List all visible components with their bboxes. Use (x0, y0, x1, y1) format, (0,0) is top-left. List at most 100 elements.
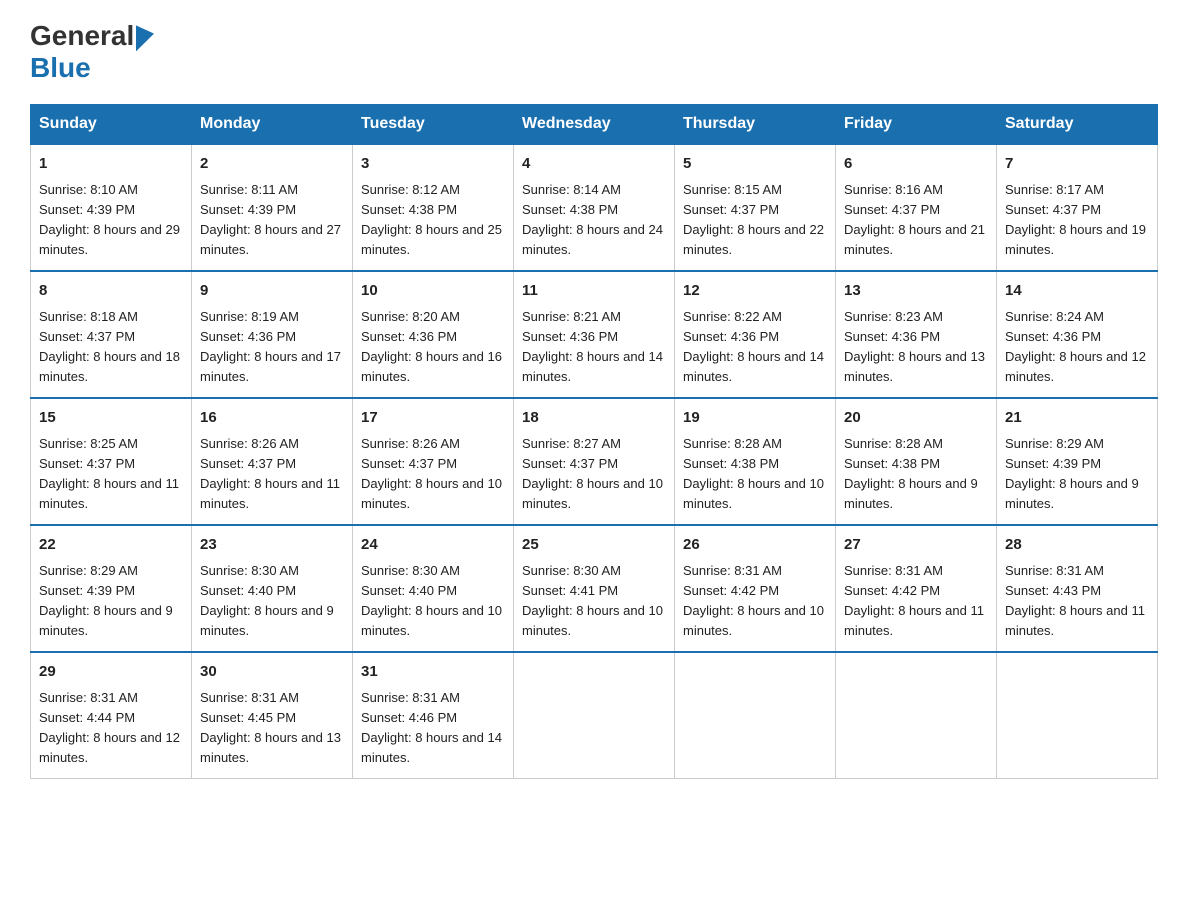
logo-arrow-icon (136, 21, 154, 52)
calendar-table: SundayMondayTuesdayWednesdayThursdayFrid… (30, 104, 1158, 779)
day-number: 5 (683, 153, 827, 176)
calendar-cell: 28 Sunrise: 8:31 AMSunset: 4:43 PMDaylig… (997, 525, 1158, 652)
calendar-week-row: 29 Sunrise: 8:31 AMSunset: 4:44 PMDaylig… (31, 652, 1158, 779)
col-header-wednesday: Wednesday (514, 105, 675, 145)
calendar-cell: 25 Sunrise: 8:30 AMSunset: 4:41 PMDaylig… (514, 525, 675, 652)
day-number: 24 (361, 534, 505, 557)
calendar-cell: 16 Sunrise: 8:26 AMSunset: 4:37 PMDaylig… (192, 398, 353, 525)
calendar-cell: 6 Sunrise: 8:16 AMSunset: 4:37 PMDayligh… (836, 144, 997, 271)
calendar-cell: 17 Sunrise: 8:26 AMSunset: 4:37 PMDaylig… (353, 398, 514, 525)
day-info: Sunrise: 8:26 AMSunset: 4:37 PMDaylight:… (200, 436, 340, 511)
logo-general-text: General (30, 20, 134, 52)
calendar-cell (514, 652, 675, 779)
calendar-cell: 2 Sunrise: 8:11 AMSunset: 4:39 PMDayligh… (192, 144, 353, 271)
day-info: Sunrise: 8:31 AMSunset: 4:45 PMDaylight:… (200, 690, 341, 765)
day-number: 19 (683, 407, 827, 430)
col-header-sunday: Sunday (31, 105, 192, 145)
day-info: Sunrise: 8:19 AMSunset: 4:36 PMDaylight:… (200, 309, 341, 384)
day-info: Sunrise: 8:24 AMSunset: 4:36 PMDaylight:… (1005, 309, 1146, 384)
day-number: 7 (1005, 153, 1149, 176)
day-number: 25 (522, 534, 666, 557)
calendar-cell (675, 652, 836, 779)
day-info: Sunrise: 8:26 AMSunset: 4:37 PMDaylight:… (361, 436, 502, 511)
day-number: 6 (844, 153, 988, 176)
day-number: 26 (683, 534, 827, 557)
day-info: Sunrise: 8:14 AMSunset: 4:38 PMDaylight:… (522, 182, 663, 257)
day-info: Sunrise: 8:31 AMSunset: 4:42 PMDaylight:… (844, 563, 984, 638)
day-info: Sunrise: 8:23 AMSunset: 4:36 PMDaylight:… (844, 309, 985, 384)
day-number: 17 (361, 407, 505, 430)
col-header-saturday: Saturday (997, 105, 1158, 145)
calendar-cell: 10 Sunrise: 8:20 AMSunset: 4:36 PMDaylig… (353, 271, 514, 398)
day-info: Sunrise: 8:10 AMSunset: 4:39 PMDaylight:… (39, 182, 180, 257)
calendar-cell: 18 Sunrise: 8:27 AMSunset: 4:37 PMDaylig… (514, 398, 675, 525)
calendar-cell: 5 Sunrise: 8:15 AMSunset: 4:37 PMDayligh… (675, 144, 836, 271)
page-header: General Blue (30, 20, 1158, 84)
day-info: Sunrise: 8:15 AMSunset: 4:37 PMDaylight:… (683, 182, 824, 257)
day-number: 11 (522, 280, 666, 303)
day-info: Sunrise: 8:11 AMSunset: 4:39 PMDaylight:… (200, 182, 341, 257)
day-info: Sunrise: 8:31 AMSunset: 4:43 PMDaylight:… (1005, 563, 1145, 638)
calendar-cell: 11 Sunrise: 8:21 AMSunset: 4:36 PMDaylig… (514, 271, 675, 398)
day-info: Sunrise: 8:28 AMSunset: 4:38 PMDaylight:… (683, 436, 824, 511)
day-info: Sunrise: 8:30 AMSunset: 4:40 PMDaylight:… (200, 563, 334, 638)
calendar-header-row: SundayMondayTuesdayWednesdayThursdayFrid… (31, 105, 1158, 145)
day-number: 1 (39, 153, 183, 176)
calendar-cell: 31 Sunrise: 8:31 AMSunset: 4:46 PMDaylig… (353, 652, 514, 779)
col-header-monday: Monday (192, 105, 353, 145)
col-header-friday: Friday (836, 105, 997, 145)
day-number: 27 (844, 534, 988, 557)
day-number: 30 (200, 661, 344, 684)
calendar-cell: 1 Sunrise: 8:10 AMSunset: 4:39 PMDayligh… (31, 144, 192, 271)
day-number: 31 (361, 661, 505, 684)
day-info: Sunrise: 8:21 AMSunset: 4:36 PMDaylight:… (522, 309, 663, 384)
calendar-cell: 22 Sunrise: 8:29 AMSunset: 4:39 PMDaylig… (31, 525, 192, 652)
day-number: 16 (200, 407, 344, 430)
day-number: 20 (844, 407, 988, 430)
calendar-cell: 7 Sunrise: 8:17 AMSunset: 4:37 PMDayligh… (997, 144, 1158, 271)
calendar-cell (836, 652, 997, 779)
day-info: Sunrise: 8:20 AMSunset: 4:36 PMDaylight:… (361, 309, 502, 384)
calendar-week-row: 8 Sunrise: 8:18 AMSunset: 4:37 PMDayligh… (31, 271, 1158, 398)
day-number: 14 (1005, 280, 1149, 303)
calendar-cell: 29 Sunrise: 8:31 AMSunset: 4:44 PMDaylig… (31, 652, 192, 779)
calendar-cell: 8 Sunrise: 8:18 AMSunset: 4:37 PMDayligh… (31, 271, 192, 398)
day-number: 18 (522, 407, 666, 430)
day-info: Sunrise: 8:31 AMSunset: 4:46 PMDaylight:… (361, 690, 502, 765)
day-number: 13 (844, 280, 988, 303)
day-info: Sunrise: 8:30 AMSunset: 4:41 PMDaylight:… (522, 563, 663, 638)
day-info: Sunrise: 8:31 AMSunset: 4:42 PMDaylight:… (683, 563, 824, 638)
day-info: Sunrise: 8:25 AMSunset: 4:37 PMDaylight:… (39, 436, 179, 511)
day-number: 29 (39, 661, 183, 684)
calendar-week-row: 1 Sunrise: 8:10 AMSunset: 4:39 PMDayligh… (31, 144, 1158, 271)
calendar-cell: 12 Sunrise: 8:22 AMSunset: 4:36 PMDaylig… (675, 271, 836, 398)
day-number: 3 (361, 153, 505, 176)
day-info: Sunrise: 8:17 AMSunset: 4:37 PMDaylight:… (1005, 182, 1146, 257)
calendar-cell: 14 Sunrise: 8:24 AMSunset: 4:36 PMDaylig… (997, 271, 1158, 398)
day-number: 2 (200, 153, 344, 176)
col-header-thursday: Thursday (675, 105, 836, 145)
day-info: Sunrise: 8:22 AMSunset: 4:36 PMDaylight:… (683, 309, 824, 384)
calendar-cell (997, 652, 1158, 779)
day-number: 15 (39, 407, 183, 430)
day-number: 10 (361, 280, 505, 303)
calendar-cell: 3 Sunrise: 8:12 AMSunset: 4:38 PMDayligh… (353, 144, 514, 271)
day-info: Sunrise: 8:18 AMSunset: 4:37 PMDaylight:… (39, 309, 180, 384)
logo: General Blue (30, 20, 154, 84)
day-info: Sunrise: 8:27 AMSunset: 4:37 PMDaylight:… (522, 436, 663, 511)
day-number: 21 (1005, 407, 1149, 430)
logo-blue-text: Blue (30, 52, 91, 84)
calendar-cell: 20 Sunrise: 8:28 AMSunset: 4:38 PMDaylig… (836, 398, 997, 525)
day-number: 22 (39, 534, 183, 557)
calendar-cell: 9 Sunrise: 8:19 AMSunset: 4:36 PMDayligh… (192, 271, 353, 398)
calendar-week-row: 15 Sunrise: 8:25 AMSunset: 4:37 PMDaylig… (31, 398, 1158, 525)
calendar-cell: 24 Sunrise: 8:30 AMSunset: 4:40 PMDaylig… (353, 525, 514, 652)
day-info: Sunrise: 8:31 AMSunset: 4:44 PMDaylight:… (39, 690, 180, 765)
calendar-cell: 30 Sunrise: 8:31 AMSunset: 4:45 PMDaylig… (192, 652, 353, 779)
day-info: Sunrise: 8:12 AMSunset: 4:38 PMDaylight:… (361, 182, 502, 257)
col-header-tuesday: Tuesday (353, 105, 514, 145)
calendar-cell: 13 Sunrise: 8:23 AMSunset: 4:36 PMDaylig… (836, 271, 997, 398)
day-number: 4 (522, 153, 666, 176)
calendar-cell: 19 Sunrise: 8:28 AMSunset: 4:38 PMDaylig… (675, 398, 836, 525)
day-info: Sunrise: 8:30 AMSunset: 4:40 PMDaylight:… (361, 563, 502, 638)
